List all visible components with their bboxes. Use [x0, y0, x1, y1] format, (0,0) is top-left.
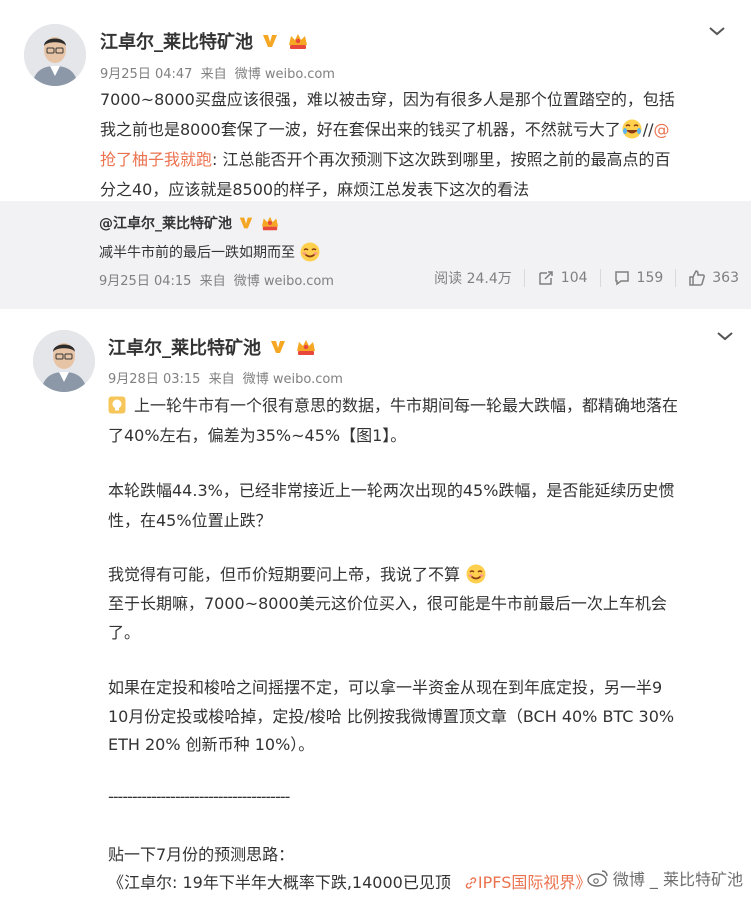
verified-v-icon — [239, 217, 253, 229]
text-line: 我之前也是8000套保了一波，好在套保出来的钱买了机器，不然就亏大了//@ — [100, 119, 670, 139]
like-button[interactable]: 363 — [675, 269, 751, 287]
chevron-down-icon[interactable] — [716, 330, 734, 342]
read-count: 阅读 24.4万 — [434, 271, 512, 287]
quoted-post[interactable]: @江卓尔_莱比特矿池 减半牛市前的最后一跌如期而至 9月25日 04:15 来自… — [0, 201, 751, 300]
member-crown-icon[interactable] — [295, 337, 317, 357]
text-line: 10月份定投或梭哈掉，定投/梭哈 比例按我微博置顶文章（BCH 40% BTC … — [108, 707, 675, 726]
text-line: 抢了柚子我就跑: 江总能否开个再次预测下这次跌到哪里，按照之前的最高点的百 — [100, 150, 671, 169]
verified-v-icon — [271, 341, 285, 353]
comment-icon — [614, 271, 629, 286]
text-line: 了。 — [108, 623, 141, 642]
member-crown-icon[interactable] — [260, 214, 280, 232]
comment-button[interactable]: 159 — [599, 269, 676, 287]
quoted-actions: 阅读 24.4万 104 159 363 — [422, 267, 751, 289]
text-line: 《江卓尔: 19年下半年大概率下跌,14000已见顶 IPFS国际视界》 — [108, 873, 592, 892]
repost-button[interactable]: 104 — [523, 269, 600, 287]
weibo-watermark: 微博 _ 莱比特矿池 — [587, 866, 743, 890]
text-line: 本轮跌幅44.3%，已经非常接近上一轮两次出现的45%跌幅，是否能延续历史惯 — [108, 481, 675, 500]
avatar[interactable] — [24, 24, 86, 86]
source-prefix: 来自 — [208, 372, 235, 387]
text-line: 如果在定投和梭哈之间摇摆不定，可以拿一半资金从现在到年底定投，另一半9 — [108, 678, 663, 697]
mention-link[interactable]: 抢了柚子我就跑 — [100, 150, 212, 169]
lightbulb-icon — [108, 396, 126, 414]
source-prefix: 来自 — [200, 67, 227, 82]
post-source[interactable]: 微博 weibo.com — [235, 67, 335, 82]
quoted-text: 减半牛市前的最后一跌如期而至 — [99, 241, 321, 263]
post-date[interactable]: 9月25日 04:47 — [100, 67, 192, 82]
text-line: 上一轮牛市有一个很有意思的数据，牛市期间每一轮最大跌幅，都精确地落在 — [108, 392, 678, 416]
post-card-1: 江卓尔_莱比特矿池 9月25日 04:47 来自 微博 weibo.com 70… — [0, 0, 751, 300]
quoted-meta: 9月25日 04:15 来自 微博 weibo.com — [99, 274, 334, 289]
post-meta: 9月25日 04:47 来自 微博 weibo.com — [100, 63, 335, 82]
article-link[interactable]: IPFS国际视界》 — [456, 873, 591, 892]
post-source[interactable]: 微博 weibo.com — [243, 372, 343, 387]
post-text: 7000~8000买盘应该很强，难以被击穿，因为有很多人是那个位置踏空的，包括 … — [100, 85, 740, 205]
quoted-source[interactable]: 微博 weibo.com — [234, 274, 334, 289]
verified-v-icon — [263, 35, 277, 47]
link-icon — [465, 877, 477, 889]
text-line: 7000~8000买盘应该很强，难以被击穿，因为有很多人是那个位置踏空的，包括 — [100, 90, 675, 109]
member-crown-icon[interactable] — [287, 31, 309, 51]
smile-emoji-icon — [466, 564, 486, 584]
laugh-cry-emoji-icon — [622, 119, 642, 139]
divider-line: -------------------------------------- — [108, 787, 290, 806]
text-line: 至于长期嘛，7000~8000美元这价位买入，很可能是牛市前最后一次上车机会 — [108, 594, 667, 613]
text-line: 了40%左右，偏差为35%~45%【图1】。 — [108, 426, 407, 445]
quoted-date[interactable]: 9月25日 04:15 — [99, 274, 191, 289]
text-line: 我觉得有可能，但币价短期要问上帝，我说了不算 — [108, 561, 487, 585]
chevron-down-icon[interactable] — [708, 25, 726, 37]
repost-icon — [539, 271, 553, 285]
thumbs-up-icon — [689, 270, 706, 286]
mention-link[interactable]: @ — [654, 120, 670, 139]
post-date[interactable]: 9月28日 03:15 — [108, 372, 200, 387]
card-separator — [0, 300, 751, 309]
text-line: 性，在45%位置止跌？ — [108, 511, 272, 530]
quoted-author[interactable]: @江卓尔_莱比特矿池 — [99, 213, 232, 233]
text-line: 贴一下7月份的预测思路： — [108, 845, 295, 864]
author-name[interactable]: 江卓尔_莱比特矿池 — [108, 334, 261, 360]
avatar[interactable] — [33, 330, 95, 392]
post-meta: 9月28日 03:15 来自 微博 weibo.com — [108, 368, 343, 387]
smile-emoji-icon — [300, 242, 320, 262]
author-name[interactable]: 江卓尔_莱比特矿池 — [100, 28, 253, 54]
text-line: ETH 20% 创新币种 10%）。 — [108, 735, 315, 754]
weibo-logo-icon — [587, 870, 608, 887]
